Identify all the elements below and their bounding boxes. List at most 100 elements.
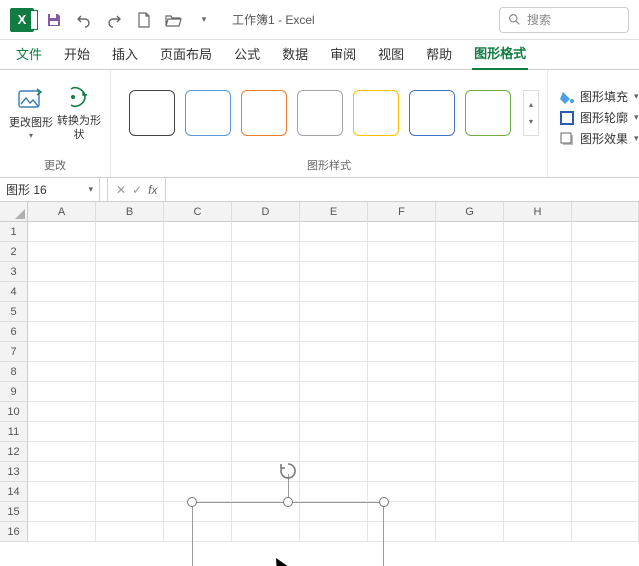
shape-effects-button[interactable]: 图形效果▾ bbox=[560, 130, 639, 147]
row-header-1[interactable]: 1 bbox=[0, 222, 28, 242]
style-swatch-2[interactable] bbox=[241, 90, 287, 136]
tab-insert[interactable]: 插入 bbox=[110, 38, 140, 69]
chevron-down-icon: ▾ bbox=[634, 91, 639, 102]
row-header-15[interactable]: 15 bbox=[0, 502, 28, 522]
group-label-styles: 图形样式 bbox=[111, 155, 547, 177]
row-header-12[interactable]: 12 bbox=[0, 442, 28, 462]
chevron-down-icon: ▾ bbox=[88, 184, 93, 195]
redo-button[interactable] bbox=[104, 10, 124, 30]
cancel-formula-button[interactable]: ✕ bbox=[116, 183, 126, 197]
tab-view[interactable]: 视图 bbox=[376, 38, 406, 69]
style-swatch-5[interactable] bbox=[409, 90, 455, 136]
convert-shape-icon bbox=[65, 85, 93, 109]
col-header-G[interactable]: G bbox=[436, 202, 504, 222]
row-header-14[interactable]: 14 bbox=[0, 482, 28, 502]
col-header-E[interactable]: E bbox=[300, 202, 368, 222]
ribbon: 更改图形 ▾ 转换为形状 更改 ▴▾ 图形样式 图形填充▾ 图形轮廓▾ bbox=[0, 70, 639, 178]
document-title: 工作簿1 - Excel bbox=[232, 11, 315, 28]
outline-icon bbox=[560, 111, 574, 125]
fish-shape-icon[interactable] bbox=[206, 550, 370, 566]
row-header-13[interactable]: 13 bbox=[0, 462, 28, 482]
search-placeholder: 搜索 bbox=[527, 11, 551, 28]
style-swatch-0[interactable] bbox=[129, 90, 175, 136]
style-swatch-6[interactable] bbox=[465, 90, 511, 136]
change-graphic-button[interactable]: 更改图形 ▾ bbox=[8, 76, 54, 150]
undo-icon bbox=[76, 12, 92, 28]
tab-page-layout[interactable]: 页面布局 bbox=[158, 38, 214, 69]
qat-customize-button[interactable]: ▾ bbox=[194, 10, 214, 30]
fill-icon bbox=[560, 90, 574, 104]
col-header-B[interactable]: B bbox=[96, 202, 164, 222]
formula-input[interactable] bbox=[166, 178, 639, 201]
row-header-9[interactable]: 9 bbox=[0, 382, 28, 402]
row-header-2[interactable]: 2 bbox=[0, 242, 28, 262]
tab-formulas[interactable]: 公式 bbox=[232, 38, 262, 69]
shape-outline-button[interactable]: 图形轮廓▾ bbox=[560, 109, 639, 126]
tab-help[interactable]: 帮助 bbox=[424, 38, 454, 69]
row-header-10[interactable]: 10 bbox=[0, 402, 28, 422]
chevron-down-icon: ▾ bbox=[634, 112, 639, 123]
tab-file[interactable]: 文件 bbox=[14, 38, 44, 69]
row-headers: 12345678910111213141516 bbox=[0, 222, 28, 542]
rotate-icon bbox=[278, 461, 298, 481]
chevron-down-icon: ▾ bbox=[29, 131, 33, 140]
namebox-resize-handle[interactable] bbox=[100, 178, 108, 201]
rotation-handle[interactable] bbox=[277, 460, 299, 482]
redo-icon bbox=[106, 12, 122, 28]
col-header-extra[interactable] bbox=[572, 202, 639, 222]
insert-function-button[interactable]: fx bbox=[148, 183, 157, 197]
effects-icon bbox=[560, 132, 574, 146]
row-header-6[interactable]: 6 bbox=[0, 322, 28, 342]
title-bar: X ▾ 工作簿1 - Excel 搜索 bbox=[0, 0, 639, 40]
style-gallery-more-button[interactable]: ▴▾ bbox=[523, 90, 539, 136]
convert-to-shape-button[interactable]: 转换为形状 bbox=[56, 76, 102, 150]
ribbon-group-styles: ▴▾ 图形样式 bbox=[111, 70, 548, 177]
style-swatch-1[interactable] bbox=[185, 90, 231, 136]
document-icon bbox=[137, 12, 151, 28]
row-header-5[interactable]: 5 bbox=[0, 302, 28, 322]
formula-bar-row: 图形 16 ▾ ✕ ✓ fx bbox=[0, 178, 639, 202]
tab-review[interactable]: 审阅 bbox=[328, 38, 358, 69]
col-header-A[interactable]: A bbox=[28, 202, 96, 222]
open-button[interactable] bbox=[164, 10, 184, 30]
col-header-C[interactable]: C bbox=[164, 202, 232, 222]
tab-data[interactable]: 数据 bbox=[280, 38, 310, 69]
row-header-8[interactable]: 8 bbox=[0, 362, 28, 382]
style-swatch-4[interactable] bbox=[353, 90, 399, 136]
col-header-H[interactable]: H bbox=[504, 202, 572, 222]
search-box[interactable]: 搜索 bbox=[499, 7, 629, 33]
name-box[interactable]: 图形 16 ▾ bbox=[0, 178, 100, 201]
resize-handle-n[interactable] bbox=[283, 497, 293, 507]
resize-handle-ne[interactable] bbox=[379, 497, 389, 507]
column-headers: ABCDEFGH bbox=[28, 202, 639, 222]
tab-home[interactable]: 开始 bbox=[62, 38, 92, 69]
tab-shape-format[interactable]: 图形格式 bbox=[472, 37, 528, 70]
ribbon-group-change: 更改图形 ▾ 转换为形状 更改 bbox=[0, 70, 111, 177]
enter-formula-button[interactable]: ✓ bbox=[132, 183, 142, 197]
col-header-D[interactable]: D bbox=[232, 202, 300, 222]
undo-button[interactable] bbox=[74, 10, 94, 30]
formula-controls: ✕ ✓ fx bbox=[108, 178, 166, 201]
ribbon-tabs: 文件 开始 插入 页面布局 公式 数据 审阅 视图 帮助 图形格式 bbox=[0, 40, 639, 70]
resize-handle-nw[interactable] bbox=[187, 497, 197, 507]
style-swatch-3[interactable] bbox=[297, 90, 343, 136]
row-header-11[interactable]: 11 bbox=[0, 422, 28, 442]
selected-shape[interactable] bbox=[192, 502, 384, 566]
new-button[interactable] bbox=[134, 10, 154, 30]
row-header-4[interactable]: 4 bbox=[0, 282, 28, 302]
ribbon-group-format: 图形填充▾ 图形轮廓▾ 图形效果▾ bbox=[548, 70, 639, 177]
save-button[interactable] bbox=[44, 10, 64, 30]
col-header-F[interactable]: F bbox=[368, 202, 436, 222]
save-icon bbox=[46, 12, 62, 28]
row-header-3[interactable]: 3 bbox=[0, 262, 28, 282]
worksheet-grid: ABCDEFGH 12345678910111213141516 bbox=[0, 202, 639, 566]
group-label-change: 更改 bbox=[0, 155, 110, 177]
chevron-down-icon: ▾ bbox=[634, 133, 639, 144]
folder-open-icon bbox=[165, 13, 183, 27]
excel-logo-icon: X bbox=[10, 8, 34, 32]
select-all-button[interactable] bbox=[0, 202, 28, 222]
change-graphic-icon bbox=[17, 87, 45, 111]
row-header-7[interactable]: 7 bbox=[0, 342, 28, 362]
row-header-16[interactable]: 16 bbox=[0, 522, 28, 542]
shape-fill-button[interactable]: 图形填充▾ bbox=[560, 88, 639, 105]
